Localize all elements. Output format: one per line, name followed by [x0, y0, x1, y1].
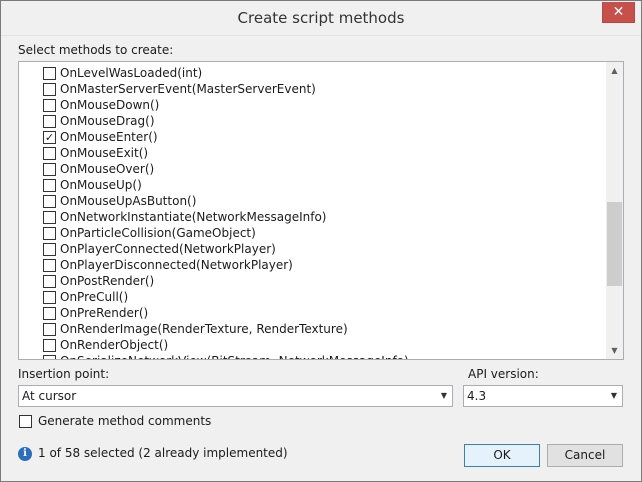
methods-list-content: OnLevelWasLoaded(int) OnMasterServerEvent… [19, 62, 607, 359]
method-label: OnPlayerConnected(NetworkPlayer) [60, 242, 276, 256]
list-item[interactable]: OnRenderImage(RenderTexture, RenderTextu… [43, 321, 348, 337]
scroll-thumb[interactable] [607, 202, 622, 286]
method-label: OnNetworkInstantiate(NetworkMessageInfo) [60, 210, 327, 224]
method-checkbox[interactable] [43, 98, 56, 112]
method-checkbox[interactable]: ✓ [43, 130, 56, 144]
list-item[interactable]: OnRenderObject() [43, 337, 168, 353]
list-item[interactable]: OnSerializeNetworkView(BitStream, Networ… [43, 353, 409, 359]
list-item[interactable]: OnMouseUp() [43, 177, 142, 193]
method-label: OnMouseDown() [60, 98, 160, 112]
cancel-button[interactable]: Cancel [547, 444, 623, 467]
method-checkbox[interactable] [43, 322, 56, 336]
method-checkbox[interactable] [43, 66, 56, 80]
method-label: OnParticleCollision(GameObject) [60, 226, 256, 240]
list-item[interactable]: OnMouseExit() [43, 145, 148, 161]
method-label: OnMasterServerEvent(MasterServerEvent) [60, 82, 316, 96]
method-checkbox[interactable] [43, 178, 56, 192]
method-checkbox[interactable] [43, 194, 56, 208]
method-label: OnPreRender() [60, 306, 149, 320]
chevron-down-icon: ▼ [440, 391, 448, 400]
api-version-label: API version: [468, 367, 539, 381]
methods-scrollbar[interactable]: ▲ ▼ [606, 62, 623, 359]
list-item[interactable]: OnPreCull() [43, 289, 128, 305]
list-item[interactable]: OnPostRender() [43, 273, 154, 289]
comments-checkbox[interactable] [19, 414, 32, 428]
method-label: OnRenderObject() [60, 338, 169, 352]
status-text: 1 of 58 selected (2 already implemented) [38, 446, 288, 460]
list-item[interactable]: OnLevelWasLoaded(int) [43, 65, 202, 81]
method-checkbox[interactable] [43, 82, 56, 96]
method-label: OnPreCull() [60, 290, 129, 304]
list-item[interactable]: OnParticleCollision(GameObject) [43, 225, 256, 241]
window-title: Create script methods [237, 9, 405, 27]
chevron-down-icon: ▼ [610, 391, 618, 400]
method-label: OnMouseUp() [60, 178, 142, 192]
info-icon: i [18, 447, 32, 461]
method-checkbox[interactable] [43, 162, 56, 176]
list-item[interactable]: OnPlayerConnected(NetworkPlayer) [43, 241, 276, 257]
list-item[interactable]: OnMasterServerEvent(MasterServerEvent) [43, 81, 316, 97]
insertion-point-value: At cursor [22, 389, 77, 403]
method-checkbox[interactable] [43, 258, 56, 272]
list-item[interactable]: OnPlayerDisconnected(NetworkPlayer) [43, 257, 293, 273]
comments-option[interactable]: Generate method comments [19, 414, 211, 428]
method-checkbox[interactable] [43, 274, 56, 288]
methods-label: Select methods to create: [18, 43, 174, 57]
ok-button[interactable]: OK [464, 444, 540, 467]
method-checkbox[interactable] [43, 354, 56, 359]
method-label: OnLevelWasLoaded(int) [60, 66, 203, 80]
close-icon: ✕ [612, 4, 625, 20]
dialog-window: Create script methods ✕ Select methods t… [0, 0, 642, 482]
list-item[interactable]: OnMouseOver() [43, 161, 154, 177]
method-label: OnMouseUpAsButton() [60, 194, 197, 208]
method-checkbox[interactable] [43, 290, 56, 304]
method-checkbox[interactable] [43, 146, 56, 160]
list-item[interactable]: OnMouseUpAsButton() [43, 193, 196, 209]
method-checkbox[interactable] [43, 338, 56, 352]
scroll-down-icon[interactable]: ▼ [606, 342, 623, 359]
close-button[interactable]: ✕ [602, 2, 635, 23]
method-label: OnMouseEnter() [60, 130, 158, 144]
methods-list[interactable]: OnLevelWasLoaded(int) OnMasterServerEvent… [18, 61, 624, 360]
method-checkbox[interactable] [43, 114, 56, 128]
api-version-select[interactable]: 4.3 ▼ [463, 385, 623, 407]
title-bar: Create script methods ✕ [1, 1, 641, 36]
method-label: OnRenderImage(RenderTexture, RenderTextu… [60, 322, 348, 336]
method-label: OnMouseDrag() [60, 114, 155, 128]
method-label: OnMouseExit() [60, 146, 149, 160]
method-checkbox[interactable] [43, 226, 56, 240]
method-label: OnMouseOver() [60, 162, 155, 176]
list-item[interactable]: ✓ OnMouseEnter() [43, 129, 158, 145]
scroll-up-icon[interactable]: ▲ [606, 62, 623, 79]
api-version-value: 4.3 [467, 389, 487, 403]
method-label: OnSerializeNetworkView(BitStream, Networ… [60, 354, 409, 359]
method-checkbox[interactable] [43, 210, 56, 224]
method-checkbox[interactable] [43, 306, 56, 320]
method-checkbox[interactable] [43, 242, 56, 256]
insertion-point-select[interactable]: At cursor ▼ [18, 385, 453, 407]
list-item[interactable]: OnNetworkInstantiate(NetworkMessageInfo) [43, 209, 326, 225]
list-item[interactable]: OnMouseDown() [43, 97, 159, 113]
list-item[interactable]: OnPreRender() [43, 305, 148, 321]
method-label: OnPlayerDisconnected(NetworkPlayer) [60, 258, 293, 272]
insertion-point-label: Insertion point: [18, 367, 110, 381]
method-label: OnPostRender() [60, 274, 155, 288]
list-item[interactable]: OnMouseDrag() [43, 113, 155, 129]
comments-label: Generate method comments [38, 414, 212, 428]
